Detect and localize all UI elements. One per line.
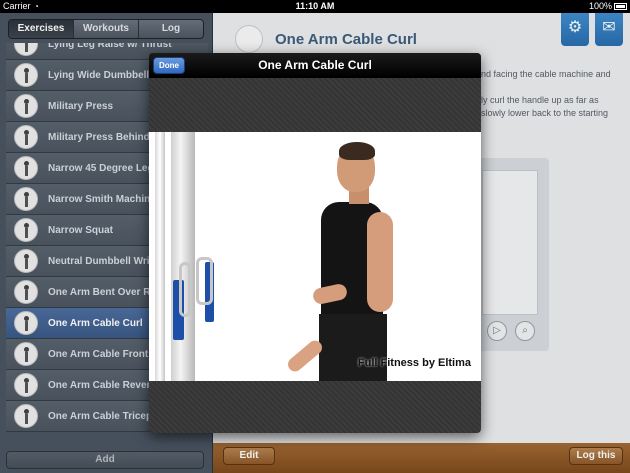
cable-machine <box>171 132 195 381</box>
status-bar: Carrier ◔ 11:10 AM 100% <box>0 0 630 13</box>
cable-machine <box>155 132 165 381</box>
video-watermark: Full Fitness by Eltima <box>357 357 471 369</box>
modal-navbar: One Arm Cable Curl Done <box>149 53 481 78</box>
battery-percent: 100% <box>588 1 612 11</box>
machine-handle <box>196 257 213 305</box>
machine-handle <box>179 262 191 317</box>
athlete-shorts <box>319 314 387 381</box>
battery-icon <box>614 3 627 10</box>
video-modal: One Arm Cable Curl Done Full Fitness by … <box>149 53 481 433</box>
athlete-hair <box>339 142 375 160</box>
athlete-figure <box>285 142 401 381</box>
modal-title: One Arm Cable Curl <box>258 58 372 72</box>
athlete-arm <box>367 212 393 312</box>
done-button[interactable]: Done <box>153 57 185 74</box>
exercise-video[interactable]: Full Fitness by Eltima <box>149 132 481 381</box>
clock: 11:10 AM <box>295 1 335 11</box>
